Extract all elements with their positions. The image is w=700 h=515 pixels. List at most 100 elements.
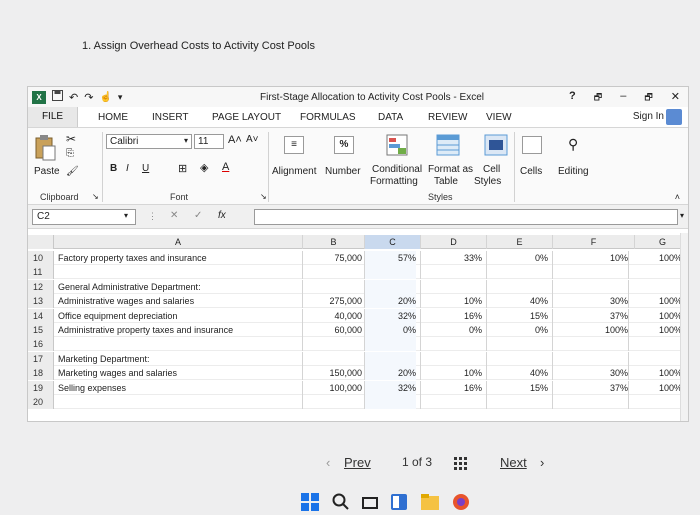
conditional-formatting-icon[interactable]	[386, 134, 408, 159]
page-grid-icon[interactable]	[454, 457, 468, 474]
cell-c[interactable]	[364, 337, 416, 352]
customize-toolbar-icon[interactable]: ▾	[118, 92, 123, 103]
paste-button[interactable]: Paste	[34, 166, 60, 177]
cell-f[interactable]	[552, 265, 628, 280]
font-launcher-icon[interactable]: ↘	[260, 192, 267, 201]
paste-icon[interactable]	[34, 134, 56, 165]
cell-b[interactable]: 275,000	[302, 294, 362, 309]
enter-icon[interactable]: ✓	[194, 210, 202, 221]
cell-a[interactable]	[58, 265, 302, 279]
cell-c[interactable]: 20%	[364, 294, 416, 309]
editing-button[interactable]: Editing	[558, 166, 589, 177]
cell-styles-button[interactable]: Cell	[483, 164, 500, 175]
row-number[interactable]: 16	[28, 337, 54, 352]
touch-mode-icon[interactable]: ☝	[99, 92, 111, 103]
cell-d[interactable]: 16%	[420, 308, 482, 323]
cell-c[interactable]: 57%	[364, 251, 416, 265]
name-box[interactable]: C2	[32, 209, 136, 225]
row-number[interactable]: 14	[28, 308, 54, 323]
cell-e[interactable]	[486, 351, 548, 366]
cell-d[interactable]	[420, 337, 482, 352]
insert-function-icon[interactable]: fx	[218, 210, 226, 221]
clipboard-launcher-icon[interactable]: ↘	[92, 192, 99, 201]
cell-a[interactable]: Marketing Department:	[58, 352, 302, 366]
format-as-table-button[interactable]: Format as	[428, 164, 473, 175]
cell-d[interactable]	[420, 395, 482, 409]
format-as-table-icon[interactable]	[436, 134, 460, 159]
cell-b[interactable]: 40,000	[302, 308, 362, 323]
cancel-icon[interactable]: ✕	[170, 210, 178, 221]
fill-color-icon[interactable]: ◈	[200, 161, 208, 174]
collapse-ribbon-icon[interactable]: ˄	[675, 192, 680, 202]
conditional-formatting-button[interactable]: Conditional	[372, 164, 422, 175]
cell-g[interactable]: 100%	[628, 323, 682, 337]
cell-f[interactable]: 30%	[552, 294, 628, 309]
font-size-select[interactable]: 11	[194, 134, 224, 149]
cell-c[interactable]	[364, 395, 416, 409]
cell-b[interactable]	[302, 337, 362, 352]
cell-g[interactable]	[628, 351, 682, 366]
copy-icon[interactable]: ⎘	[66, 148, 74, 159]
grow-font-icon[interactable]: A˄	[228, 134, 242, 146]
column-header-c[interactable]: C	[364, 235, 420, 249]
cell-a[interactable]	[58, 337, 302, 351]
tab-data[interactable]: DATA	[378, 112, 403, 123]
alignment-icon[interactable]: ≡	[284, 136, 304, 154]
prev-button[interactable]: Prev	[344, 455, 371, 470]
cell-a[interactable]	[58, 395, 302, 409]
formula-input[interactable]	[254, 209, 678, 225]
cell-a[interactable]: Marketing wages and salaries	[58, 366, 302, 380]
row-number[interactable]: 10	[28, 251, 54, 265]
cell-e[interactable]: 0%	[486, 323, 548, 337]
save-icon[interactable]	[52, 90, 63, 104]
column-header-f[interactable]: F	[552, 235, 634, 249]
binoculars-icon[interactable]: ⚲	[568, 136, 578, 153]
cell-f[interactable]	[552, 395, 628, 409]
task-view-icon[interactable]	[362, 494, 378, 510]
cell-d[interactable]: 16%	[420, 380, 482, 395]
tab-review[interactable]: REVIEW	[428, 112, 467, 123]
column-header-b[interactable]: B	[302, 235, 364, 249]
cell-styles-button-line2[interactable]: Styles	[474, 176, 501, 187]
number-button[interactable]: Number	[325, 166, 361, 177]
cell-f[interactable]	[552, 279, 628, 294]
cell-d[interactable]: 10%	[420, 294, 482, 309]
cell-c[interactable]	[364, 265, 416, 280]
windows-start-icon[interactable]	[300, 492, 320, 512]
cell-e[interactable]: 0%	[486, 251, 548, 265]
row-number[interactable]: 12	[28, 279, 54, 294]
row-number[interactable]: 19	[28, 380, 54, 395]
vertical-scrollbar[interactable]	[680, 233, 688, 421]
cell-d[interactable]: 33%	[420, 251, 482, 265]
cell-b[interactable]	[302, 279, 362, 294]
widgets-icon[interactable]	[390, 493, 408, 511]
cell-e[interactable]: 15%	[486, 380, 548, 395]
ribbon-display-icon[interactable]: 🗗	[594, 90, 602, 106]
cell-b[interactable]	[302, 395, 362, 409]
cell-c[interactable]: 32%	[364, 308, 416, 323]
font-name-select[interactable]: Calibri	[106, 134, 192, 149]
close-button[interactable]: ✕	[671, 90, 680, 106]
number-format-icon[interactable]: %	[334, 136, 354, 154]
cell-b[interactable]: 150,000	[302, 366, 362, 381]
cell-g[interactable]: 100%	[628, 251, 682, 265]
cell-c[interactable]: 20%	[364, 366, 416, 381]
cell-g[interactable]: 100%	[628, 366, 682, 381]
row-number[interactable]: 18	[28, 366, 54, 381]
select-all-corner[interactable]	[28, 235, 54, 249]
expand-formula-bar-icon[interactable]: ▾	[680, 211, 684, 220]
help-button[interactable]: ?	[569, 90, 576, 106]
sign-in-link[interactable]: Sign In	[633, 111, 664, 122]
cell-e[interactable]	[486, 337, 548, 352]
row-number[interactable]: 17	[28, 351, 54, 366]
shrink-font-icon[interactable]: A˅	[246, 134, 259, 145]
cell-g[interactable]: 100%	[628, 294, 682, 309]
file-explorer-icon[interactable]	[420, 493, 440, 511]
cell-b[interactable]: 60,000	[302, 323, 362, 337]
search-icon[interactable]	[332, 493, 350, 511]
cell-f[interactable]	[552, 337, 628, 352]
cell-c[interactable]	[364, 279, 416, 294]
tab-view[interactable]: VIEW	[486, 112, 512, 123]
cell-d[interactable]	[420, 279, 482, 294]
format-painter-icon[interactable]: 🖌	[66, 166, 79, 177]
